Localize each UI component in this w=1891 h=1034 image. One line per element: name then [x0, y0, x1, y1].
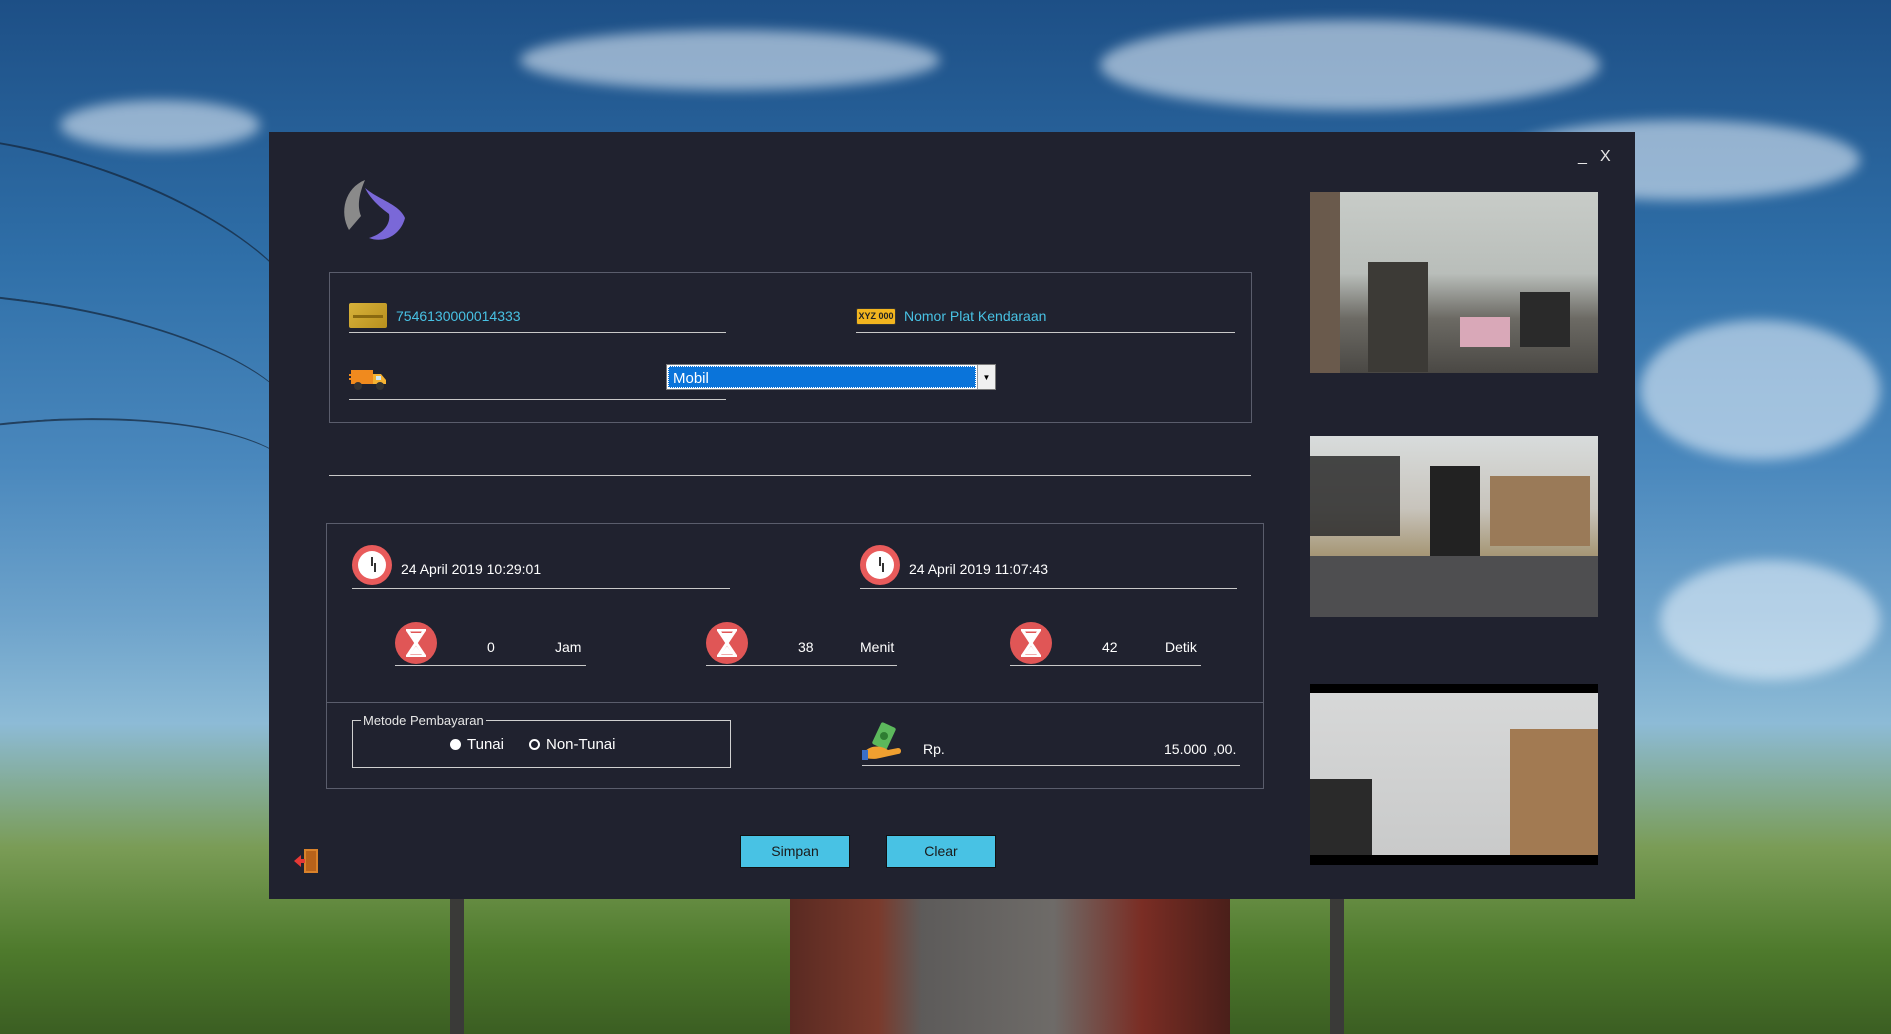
duration-hours-value: 0 — [487, 639, 495, 655]
exit-time-field: 24 April 2019 11:07:43 — [860, 545, 1237, 589]
clock-icon — [352, 545, 392, 585]
water-tower — [790, 890, 1230, 1034]
chevron-down-icon[interactable]: ▼ — [977, 365, 995, 389]
radio-non-tunai-label: Non-Tunai — [546, 736, 616, 753]
price-suffix: ,00. — [1213, 741, 1237, 757]
parking-exit-window: _ X 7546130000014333 XYZ 000 Nomor Plat … — [269, 132, 1635, 899]
license-plate-icon: XYZ 000 — [856, 308, 896, 325]
radio-tunai[interactable]: Tunai — [450, 736, 504, 753]
hourglass-icon — [395, 622, 437, 664]
radio-unselected-icon — [529, 739, 540, 750]
license-plate-placeholder: Nomor Plat Kendaraan — [904, 308, 1047, 324]
card-number-text: 7546130000014333 — [396, 308, 521, 324]
clock-icon — [860, 545, 900, 585]
duration-hours-field: 0 Jam — [395, 622, 586, 666]
clear-button[interactable]: Clear — [886, 835, 996, 868]
duration-minutes-field: 38 Menit — [706, 622, 897, 666]
duration-seconds-unit: Detik — [1165, 639, 1197, 655]
duration-seconds-field: 42 Detik — [1010, 622, 1201, 666]
credit-card-icon — [349, 303, 387, 328]
radio-selected-icon — [450, 739, 461, 750]
entry-time-field: 24 April 2019 10:29:01 — [352, 545, 730, 589]
vehicle-type-select[interactable]: Mobil ▼ — [666, 364, 996, 390]
separator-line — [329, 475, 1251, 476]
camera-feed-3 — [1310, 684, 1598, 865]
vehicle-type-selected: Mobil — [668, 366, 976, 388]
payment-method-legend: Metode Pembayaran — [361, 713, 486, 728]
hourglass-icon — [1010, 622, 1052, 664]
camera-feed-1 — [1310, 192, 1598, 373]
minimize-button[interactable]: _ — [1578, 148, 1587, 166]
radio-tunai-label: Tunai — [467, 736, 504, 753]
exit-time-text: 24 April 2019 11:07:43 — [909, 561, 1049, 577]
close-button[interactable]: X — [1600, 148, 1611, 166]
vehicle-info-group — [329, 272, 1252, 423]
truck-icon — [349, 370, 386, 390]
money-hand-icon — [862, 722, 901, 760]
app-logo — [344, 180, 405, 240]
card-number-field[interactable]: 7546130000014333 — [349, 299, 726, 333]
duration-hours-unit: Jam — [555, 639, 582, 655]
duration-minutes-unit: Menit — [860, 639, 895, 655]
price-amount: 15.000 — [1164, 741, 1207, 757]
camera-feed-2 — [1310, 436, 1598, 617]
payment-method-box: Metode Pembayaran Tunai Non-Tunai — [352, 713, 731, 768]
radio-non-tunai[interactable]: Non-Tunai — [529, 736, 615, 753]
duration-minutes-value: 38 — [798, 639, 814, 655]
entry-time-text: 24 April 2019 10:29:01 — [401, 561, 542, 577]
save-button[interactable]: Simpan — [740, 835, 850, 868]
duration-seconds-value: 42 — [1102, 639, 1118, 655]
exit-door-icon[interactable] — [293, 847, 321, 875]
price-field: Rp. 15.000 ,00. — [862, 722, 1240, 766]
license-plate-field[interactable]: XYZ 000 Nomor Plat Kendaraan — [856, 299, 1235, 333]
price-prefix: Rp. — [923, 741, 945, 757]
hourglass-icon — [706, 622, 748, 664]
